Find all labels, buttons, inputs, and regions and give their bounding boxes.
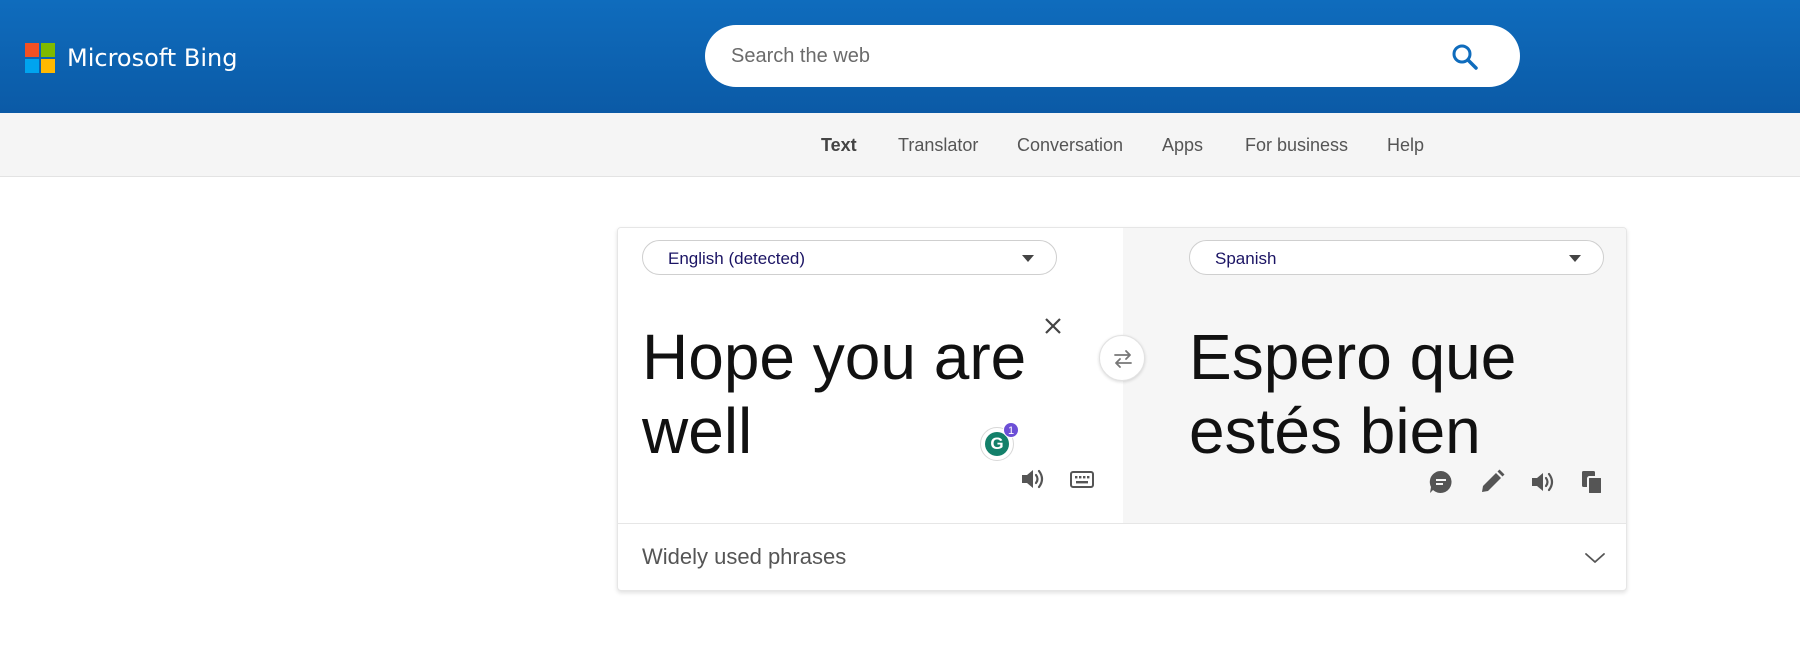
feedback-icon[interactable] xyxy=(1427,468,1455,496)
translated-text-line: estés bien xyxy=(1189,395,1481,467)
caret-down-icon xyxy=(1022,255,1034,262)
swap-icon xyxy=(1114,350,1132,368)
caret-down-icon xyxy=(1569,255,1581,262)
translated-text-line: Espero que xyxy=(1189,321,1517,393)
translated-text: Espero que estés bien xyxy=(1189,320,1516,468)
source-text[interactable]: Hope you are well xyxy=(642,320,1026,468)
translator-card: English (detected) Hope you are well G 1 xyxy=(617,227,1627,591)
chevron-down-icon[interactable] xyxy=(1583,546,1607,570)
swap-languages-button[interactable] xyxy=(1099,335,1145,381)
nav-bar: Text Translator Conversation Apps For bu… xyxy=(0,113,1800,177)
nav-item-conversation[interactable]: Conversation xyxy=(1017,135,1123,156)
target-language-select[interactable]: Spanish xyxy=(1189,240,1604,275)
nav-item-help[interactable]: Help xyxy=(1387,135,1424,156)
copy-icon[interactable] xyxy=(1578,468,1606,496)
target-language-label: Spanish xyxy=(1215,249,1277,268)
keyboard-icon[interactable] xyxy=(1068,465,1096,493)
speaker-icon[interactable] xyxy=(1528,468,1556,496)
speaker-icon[interactable] xyxy=(1018,465,1046,493)
source-language-label: English (detected) xyxy=(668,249,806,268)
nav-item-for-business[interactable]: For business xyxy=(1245,135,1348,156)
brand-name: Microsoft Bing xyxy=(67,44,238,72)
source-pane: English (detected) Hope you are well G 1 xyxy=(618,228,1123,523)
source-text-line: Hope you are xyxy=(642,321,1027,393)
top-bar: Microsoft Bing xyxy=(0,0,1800,113)
nav-item-translator[interactable]: Translator xyxy=(898,135,978,156)
microsoft-logo-icon xyxy=(25,43,55,73)
close-icon[interactable] xyxy=(1043,316,1063,336)
target-pane: Spanish Espero que estés bien xyxy=(1123,228,1626,523)
widely-used-phrases-label[interactable]: Widely used phrases xyxy=(642,544,846,570)
grammarly-widget[interactable]: G 1 xyxy=(980,422,1019,461)
nav-item-text[interactable]: Text xyxy=(821,135,857,156)
divider xyxy=(618,523,1626,524)
nav-item-apps[interactable]: Apps xyxy=(1162,135,1203,156)
source-text-line: well xyxy=(642,395,753,467)
pencil-icon[interactable] xyxy=(1478,468,1506,496)
search-box xyxy=(705,25,1520,87)
search-icon[interactable] xyxy=(1450,42,1480,72)
bing-logo[interactable]: Microsoft Bing xyxy=(25,43,237,73)
source-language-select[interactable]: English (detected) xyxy=(642,240,1057,275)
search-input[interactable] xyxy=(731,37,1431,75)
grammarly-badge: 1 xyxy=(1003,422,1019,438)
